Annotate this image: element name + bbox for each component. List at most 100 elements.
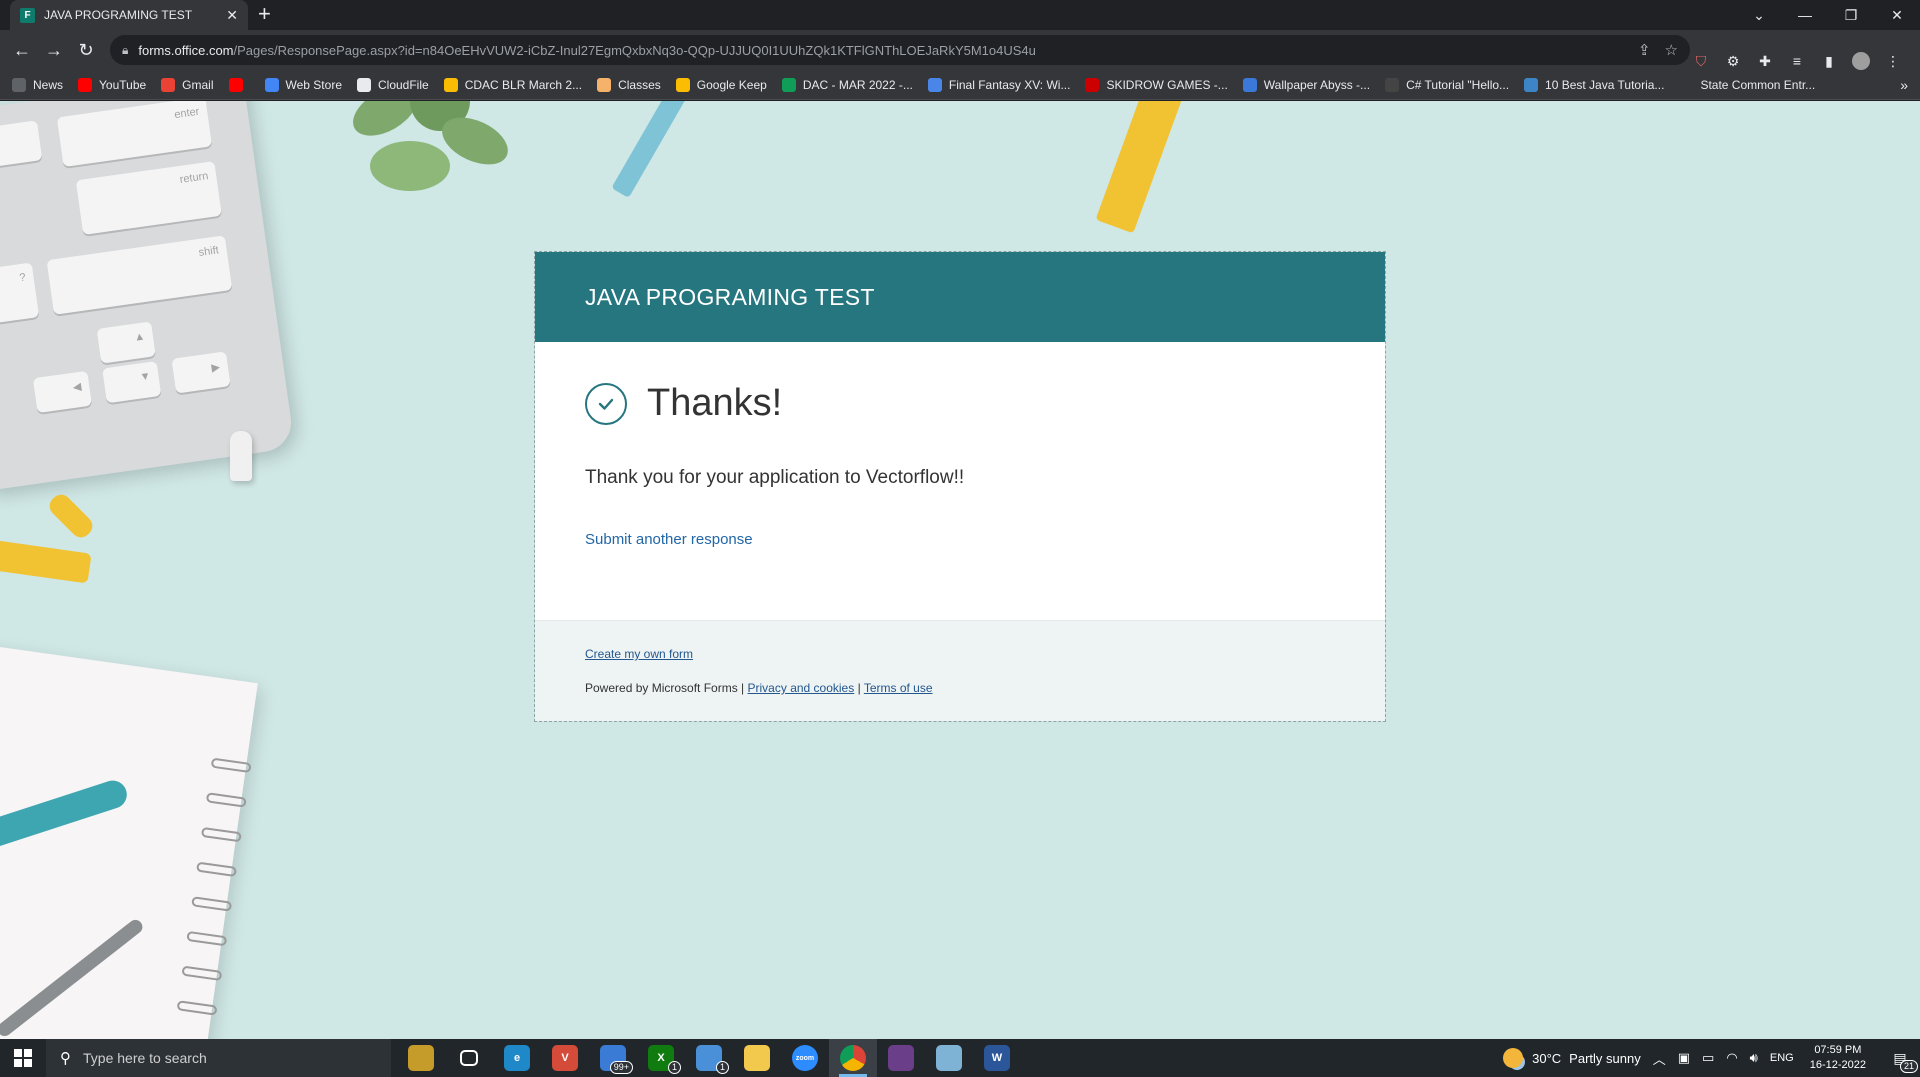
widgets-app-icon xyxy=(408,1045,434,1071)
bookmark-item[interactable]: Final Fantasy XV: Wi... xyxy=(927,77,1071,92)
bookmark-label: SKIDROW GAMES -... xyxy=(1106,77,1228,92)
bookmark-item[interactable]: Web Store xyxy=(264,77,342,92)
classroom-icon xyxy=(597,77,612,92)
minimize-button[interactable]: — xyxy=(1782,0,1828,30)
reload-icon[interactable]: ↻ xyxy=(70,34,102,66)
zoom-app[interactable]: zoom xyxy=(781,1039,829,1077)
youtube-icon xyxy=(78,77,93,92)
forms-favicon-icon: F xyxy=(20,7,35,23)
bookmark-item[interactable]: Wallpaper Abyss -... xyxy=(1242,77,1370,92)
windows-logo-icon xyxy=(14,1049,32,1067)
tab-search-icon[interactable]: ⌄ xyxy=(1736,0,1782,30)
game-app-icon xyxy=(888,1045,914,1071)
bookmark-label: CDAC BLR March 2... xyxy=(464,77,583,92)
dd-icon xyxy=(1524,77,1539,92)
bookmark-label: Final Fantasy XV: Wi... xyxy=(948,77,1071,92)
taskbar-search-box[interactable]: ⚲ Type here to search xyxy=(46,1039,391,1077)
bookmarks-bar: News YouTube Gmail Web Store CloudFile CDAC B… xyxy=(0,70,1920,100)
address-bar[interactable]: 🔒︎ forms.office.com/Pages/ResponsePage.a… xyxy=(110,35,1690,65)
meet-now-icon[interactable]: ▣ xyxy=(1678,1050,1690,1066)
edge-app[interactable]: e xyxy=(493,1039,541,1077)
task-view-app[interactable] xyxy=(445,1039,493,1077)
page-icon xyxy=(1679,77,1694,92)
windows-taskbar: ⚲ Type here to search e V 99+ X 1 1 zoom W 30°C… xyxy=(0,1039,1920,1077)
chrome-app-icon xyxy=(840,1045,866,1071)
volume-icon[interactable]: 🔊︎ xyxy=(1750,1050,1758,1066)
bookmark-label: State Common Entr... xyxy=(1700,77,1816,92)
start-button[interactable] xyxy=(0,1039,46,1077)
pencil-decoration xyxy=(1095,101,1185,234)
clock[interactable]: 07:59 PM 16-12-2022 xyxy=(1810,1043,1866,1073)
pushpin-decoration xyxy=(230,431,252,481)
page-background: enter return shift ? ▲ ▼ ◀ ▶ JAVA PROGRA… xyxy=(0,101,1920,1039)
notebook-decoration xyxy=(0,642,258,1039)
close-tab-icon[interactable]: ✕ xyxy=(226,7,238,24)
bookmark-star-icon[interactable]: ☆ xyxy=(1665,41,1678,59)
notification-center-button[interactable]: ▤ 21 xyxy=(1880,1039,1920,1077)
bookmark-item[interactable]: Classes xyxy=(597,77,661,92)
profile-avatar[interactable] xyxy=(1852,52,1870,70)
bookmark-label: News xyxy=(33,77,64,92)
battery-icon[interactable]: ▭ xyxy=(1702,1050,1714,1066)
word-app[interactable]: W xyxy=(973,1039,1021,1077)
bookmark-item[interactable]: SKIDROW GAMES -... xyxy=(1085,77,1228,92)
task-view-app-icon xyxy=(460,1050,478,1066)
forward-icon[interactable]: → xyxy=(38,34,70,66)
bookmark-item[interactable]: 10 Best Java Tutoria... xyxy=(1524,77,1664,92)
chevron-up-icon[interactable]: ︿ xyxy=(1653,1049,1666,1068)
tab-active[interactable]: F JAVA PROGRAMING TEST ✕ xyxy=(10,0,248,30)
submit-another-response-link[interactable]: Submit another response xyxy=(585,531,753,548)
language-indicator[interactable]: ENG xyxy=(1770,1052,1794,1064)
store-app[interactable]: 1 xyxy=(685,1039,733,1077)
bookmark-item[interactable]: CloudFile xyxy=(357,77,429,92)
privacy-cookies-link[interactable]: Privacy and cookies xyxy=(748,681,855,695)
url-path: /Pages/ResponsePage.aspx?id=n84OeEHvVUW2… xyxy=(233,42,1036,58)
more-bookmarks-icon[interactable]: » xyxy=(1900,70,1908,100)
shield-extension-icon[interactable]: ⛉ xyxy=(1692,52,1710,70)
create-own-form-link[interactable]: Create my own form xyxy=(585,647,693,661)
menu-kebab-icon[interactable]: ⋮ xyxy=(1884,52,1902,70)
wifi-icon[interactable]: ◠ xyxy=(1726,1050,1737,1066)
weather-widget[interactable]: 30°C Partly sunny xyxy=(1503,1048,1641,1068)
explorer-app[interactable] xyxy=(733,1039,781,1077)
terms-of-use-link[interactable]: Terms of use xyxy=(864,681,933,695)
app-badge: 1 xyxy=(667,1061,681,1074)
bookmark-item[interactable]: Google Keep xyxy=(675,77,767,92)
web-store-icon xyxy=(264,77,279,92)
url-host: forms.office.com xyxy=(138,42,234,58)
powered-by-line: Powered by Microsoft Forms | Privacy and… xyxy=(585,681,1335,695)
new-tab-button[interactable]: + xyxy=(258,2,271,26)
pencil-decoration xyxy=(611,101,689,198)
search-placeholder: Type here to search xyxy=(83,1050,207,1066)
extensions-puzzle-icon[interactable]: ✚ xyxy=(1756,52,1774,70)
bookmark-item[interactable]: DAC - MAR 2022 -... xyxy=(781,77,913,92)
reading-list-icon[interactable]: ≡ xyxy=(1788,52,1806,70)
bookmark-item[interactable] xyxy=(228,77,250,92)
close-window-button[interactable]: ✕ xyxy=(1874,0,1920,30)
restore-button[interactable]: ❐ xyxy=(1828,0,1874,30)
tab-title: JAVA PROGRAMING TEST xyxy=(44,8,193,22)
xbox-app[interactable]: X1 xyxy=(637,1039,685,1077)
bookmark-item[interactable]: News xyxy=(12,77,64,92)
notes-app[interactable] xyxy=(925,1039,973,1077)
bookmark-item[interactable]: CDAC BLR March 2... xyxy=(443,77,583,92)
gear-extension-icon[interactable]: ⚙ xyxy=(1724,52,1742,70)
wallpaper-icon xyxy=(1242,77,1257,92)
game-app[interactable] xyxy=(877,1039,925,1077)
chrome-app[interactable] xyxy=(829,1039,877,1077)
bookmark-item[interactable]: State Common Entr... xyxy=(1679,77,1816,92)
side-panel-icon[interactable]: ▮ xyxy=(1820,52,1838,70)
clock-date: 16-12-2022 xyxy=(1809,1059,1866,1071)
back-icon[interactable]: ← xyxy=(6,34,38,66)
vivaldi-app[interactable]: V xyxy=(541,1039,589,1077)
share-icon[interactable]: ⇪ xyxy=(1638,41,1651,59)
gmail-icon xyxy=(161,77,176,92)
form-title: JAVA PROGRAMING TEST xyxy=(585,283,875,310)
browser-toolbar: ← → ↻ 🔒︎ forms.office.com/Pages/Response… xyxy=(0,30,1920,70)
weather-desc: Partly sunny xyxy=(1569,1050,1641,1066)
bookmark-item[interactable]: Gmail xyxy=(161,77,214,92)
mail-app[interactable]: 99+ xyxy=(589,1039,637,1077)
bookmark-item[interactable]: C# Tutorial "Hello... xyxy=(1385,77,1509,92)
widgets-app[interactable] xyxy=(397,1039,445,1077)
bookmark-item[interactable]: YouTube xyxy=(78,77,146,92)
